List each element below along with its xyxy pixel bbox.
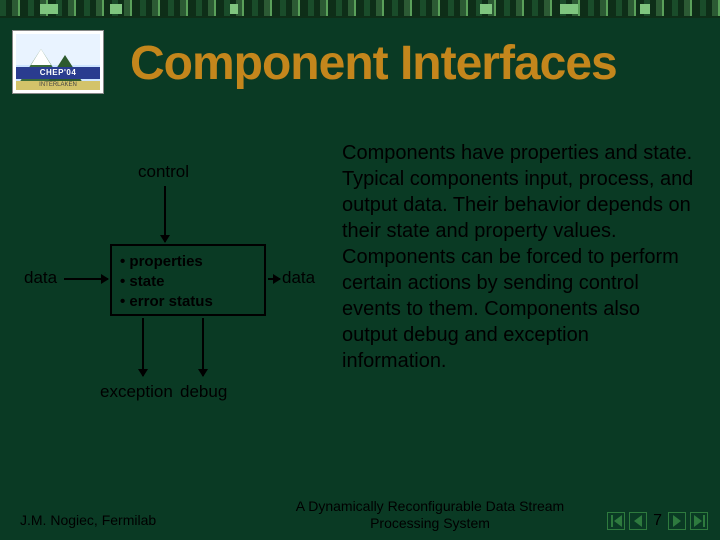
arrow-data-in [64,278,108,280]
slide-title: Component Interfaces [130,36,617,91]
conference-logo: CHEP'04 INTERLAKEN [12,30,104,94]
label-exception: exception [100,382,173,402]
arrow-data-out [268,278,280,280]
box-line-properties: properties [120,252,256,272]
label-data-in: data [24,268,57,288]
label-debug: debug [180,382,227,402]
window-titlebar-decor [0,0,720,18]
slide-nav: 7 [607,512,708,530]
arrow-control-in [164,186,166,242]
logo-banner: CHEP'04 [16,67,100,79]
arrow-exception-out [142,318,144,376]
nav-last-button[interactable] [690,512,708,530]
nav-prev-button[interactable] [629,512,647,530]
component-diagram: control data data exception debug proper… [20,150,330,430]
body-paragraph: Components have properties and state. Ty… [342,140,696,374]
footer-author: J.M. Nogiec, Fermilab [20,512,156,528]
component-box: properties state error status [110,244,266,316]
box-line-state: state [120,272,256,292]
logo-subtitle: INTERLAKEN [16,81,100,90]
nav-first-button[interactable] [607,512,625,530]
arrow-debug-out [202,318,204,376]
label-control: control [138,162,189,182]
page-number: 7 [651,512,664,530]
box-line-error-status: error status [120,292,256,312]
footer-project-title: A Dynamically Reconfigurable Data Stream… [260,498,600,532]
label-data-out: data [282,268,315,288]
nav-next-button[interactable] [668,512,686,530]
